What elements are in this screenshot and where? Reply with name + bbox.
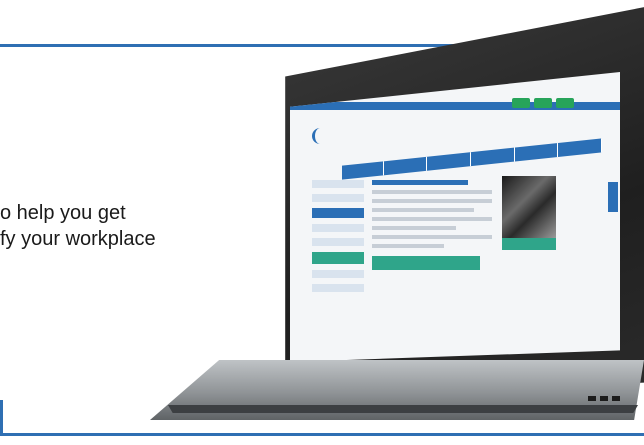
site-button — [534, 98, 552, 108]
site-photo-caption — [502, 238, 556, 250]
site-logo — [312, 128, 365, 144]
site-button — [512, 98, 530, 108]
promo-text: o help you get fy your workplace — [0, 200, 300, 252]
promo-line-2: fy your workplace — [0, 228, 156, 250]
site-nav — [342, 138, 603, 180]
laptop-ports — [588, 396, 628, 402]
site-sidebar — [312, 180, 364, 330]
site-header-buttons — [512, 98, 574, 108]
frame-top-line — [0, 44, 480, 47]
laptop-screen — [290, 72, 620, 362]
site-side-tab — [608, 182, 618, 212]
site-cta-banner — [372, 256, 480, 270]
laptop-base-edge — [168, 405, 638, 413]
promo-line-1: o help you get — [0, 202, 126, 224]
site-main-content — [372, 180, 492, 330]
frame-left-line — [0, 400, 3, 436]
site-button — [556, 98, 574, 108]
site-photo — [502, 176, 556, 238]
frame-bottom-line — [0, 433, 644, 436]
